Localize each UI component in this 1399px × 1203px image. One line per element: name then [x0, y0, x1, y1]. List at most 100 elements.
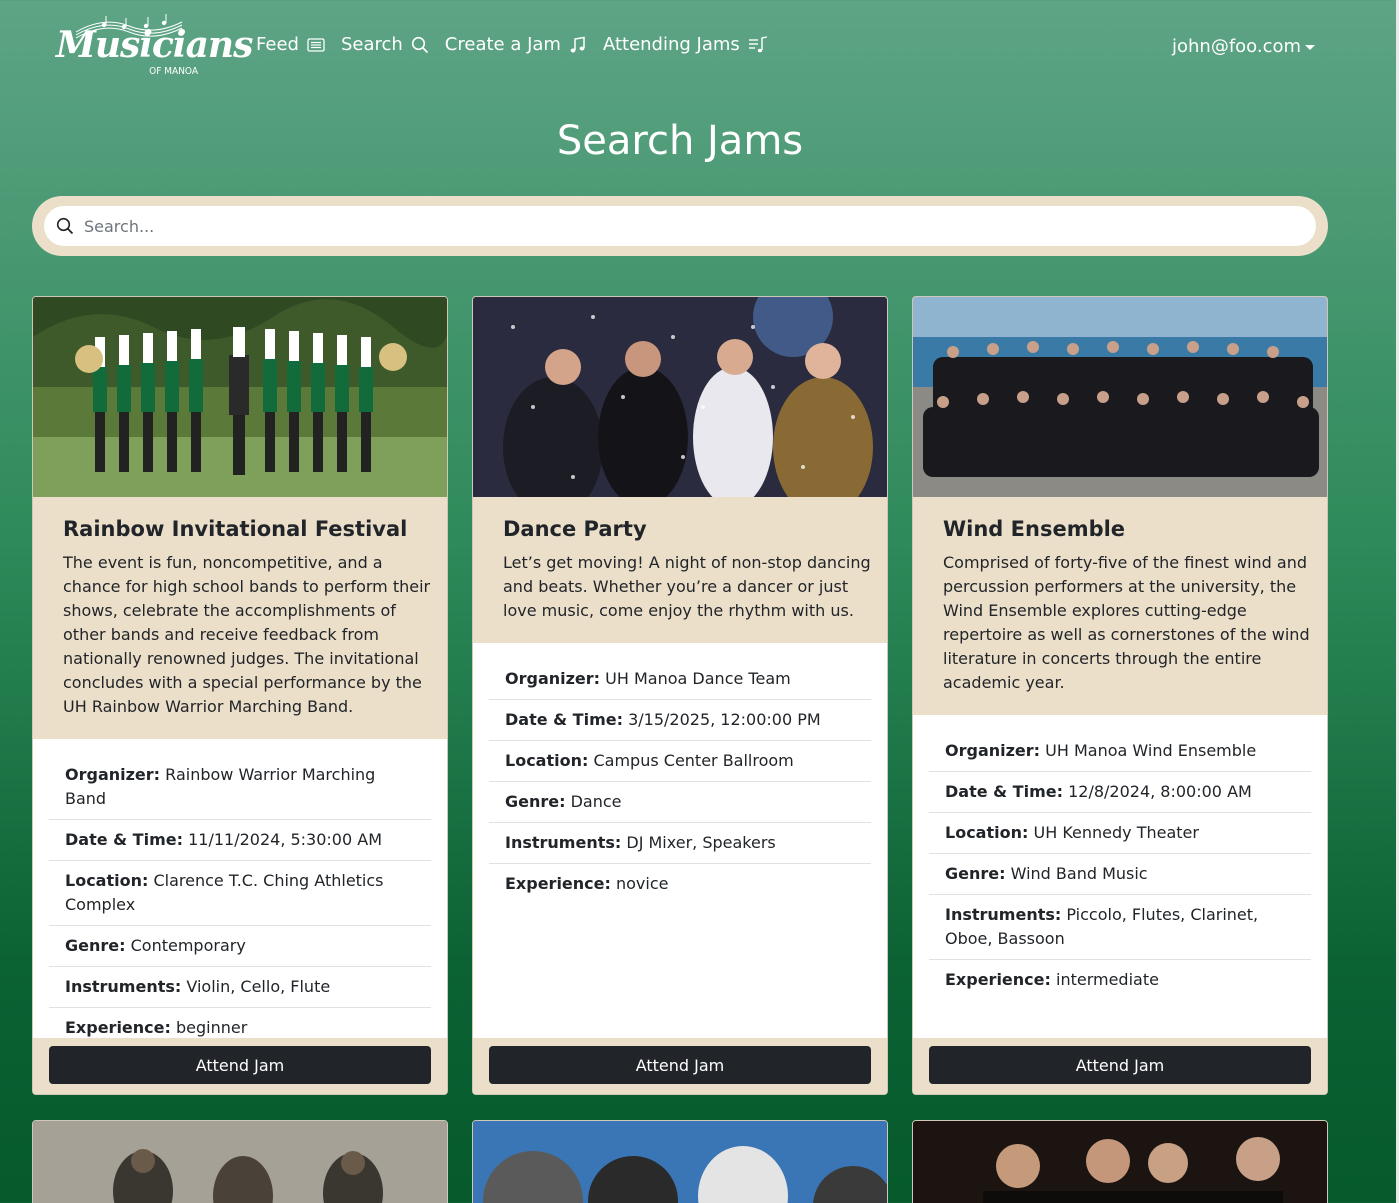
nav-link-create-jam[interactable]: Create a Jam — [445, 34, 587, 55]
search-icon — [56, 217, 74, 235]
jam-image — [33, 297, 447, 497]
detail-experience: Experience: intermediate — [929, 960, 1311, 1000]
jam-card-footer: Attend Jam — [913, 1038, 1327, 1094]
detail-label: Experience: — [945, 970, 1051, 989]
nav-link-label: Search — [340, 34, 403, 55]
detail-value: Violin, Cello, Flute — [186, 977, 331, 996]
detail-label: Instruments: — [505, 833, 622, 852]
detail-instruments: Instruments: DJ Mixer, Speakers — [489, 823, 871, 864]
search-bar — [32, 196, 1328, 256]
search-box — [44, 206, 1316, 246]
jam-details: Organizer: UH Manoa Dance Team Date & Ti… — [473, 643, 887, 904]
detail-location: Location: Clarence T.C. Ching Athletics … — [49, 861, 431, 926]
nav-link-label: Create a Jam — [444, 34, 561, 55]
jam-card-footer: Attend Jam — [473, 1038, 887, 1094]
jam-card: Dance Party Let’s get moving! A night of… — [472, 296, 888, 1095]
jam-image — [913, 1121, 1327, 1203]
jam-card — [32, 1120, 448, 1203]
newspaper-icon — [307, 37, 325, 52]
nav-link-search[interactable]: Search — [341, 34, 429, 55]
jam-image — [473, 1121, 887, 1203]
nav-links: Feed Search Create a Jam Attending Jams — [256, 34, 768, 55]
jam-description: Let’s get moving! A night of non-stop da… — [503, 553, 871, 620]
detail-organizer: Organizer: Rainbow Warrior Marching Band — [49, 755, 431, 820]
detail-datetime: Date & Time: 3/15/2025, 12:00:00 PM — [489, 700, 871, 741]
jam-title: Rainbow Invitational Festival — [63, 517, 408, 541]
music-note-icon — [570, 36, 585, 52]
attend-jam-button[interactable]: Attend Jam — [489, 1046, 871, 1084]
detail-label: Location: — [945, 823, 1029, 842]
detail-label: Organizer: — [945, 741, 1041, 760]
jam-image — [33, 1121, 447, 1203]
site-logo[interactable]: Musicians OF MANOA — [56, 10, 253, 82]
jam-card: Rainbow Invitational Festival The event … — [32, 296, 448, 1095]
logo-text: Musicians — [56, 24, 253, 66]
detail-label: Genre: — [945, 864, 1006, 883]
detail-genre: Genre: Wind Band Music — [929, 854, 1311, 895]
chevron-down-icon — [1305, 45, 1316, 50]
jam-card — [472, 1120, 888, 1203]
detail-value: Dance — [570, 792, 622, 811]
jam-card-header: Rainbow Invitational Festival The event … — [33, 497, 447, 739]
detail-experience: Experience: novice — [489, 864, 871, 904]
jam-card-header: Wind Ensemble Comprised of forty-five of… — [913, 497, 1327, 715]
detail-datetime: Date & Time: 11/11/2024, 5:30:00 AM — [49, 820, 431, 861]
detail-value: UH Manoa Wind Ensemble — [1045, 741, 1257, 760]
detail-value: UH Kennedy Theater — [1033, 823, 1199, 842]
page-title: Search Jams — [556, 118, 804, 164]
detail-label: Date & Time: — [945, 782, 1063, 801]
nav-link-feed[interactable]: Feed — [256, 34, 325, 55]
detail-label: Genre: — [505, 792, 566, 811]
nav-link-label: Feed — [256, 34, 299, 55]
detail-label: Date & Time: — [65, 830, 183, 849]
navbar: Musicians OF MANOA Feed Search Create a … — [0, 0, 1399, 96]
detail-value: DJ Mixer, Speakers — [626, 833, 776, 852]
detail-instruments: Instruments: Piccolo, Flutes, Clarinet, … — [929, 895, 1311, 960]
jam-image — [913, 297, 1327, 497]
detail-label: Genre: — [65, 936, 126, 955]
jam-description: Comprised of forty-five of the finest wi… — [943, 553, 1310, 692]
detail-value: 3/15/2025, 12:00:00 PM — [628, 710, 821, 729]
detail-label: Organizer: — [505, 669, 601, 688]
detail-value: UH Manoa Dance Team — [605, 669, 791, 688]
detail-label: Organizer: — [65, 765, 161, 784]
jam-details: Organizer: UH Manoa Wind Ensemble Date &… — [913, 715, 1327, 1000]
detail-location: Location: UH Kennedy Theater — [929, 813, 1311, 854]
detail-instruments: Instruments: Violin, Cello, Flute — [49, 967, 431, 1008]
logo-subtext: OF MANOA — [149, 66, 198, 77]
detail-label: Location: — [65, 871, 149, 890]
attend-jam-button[interactable]: Attend Jam — [49, 1046, 431, 1084]
detail-location: Location: Campus Center Ballroom — [489, 741, 871, 782]
detail-value: Campus Center Ballroom — [593, 751, 794, 770]
detail-label: Experience: — [65, 1018, 171, 1037]
detail-genre: Genre: Contemporary — [49, 926, 431, 967]
attend-jam-button[interactable]: Attend Jam — [929, 1046, 1311, 1084]
nav-link-label: Attending Jams — [602, 34, 740, 55]
detail-genre: Genre: Dance — [489, 782, 871, 823]
detail-datetime: Date & Time: 12/8/2024, 8:00:00 AM — [929, 772, 1311, 813]
jam-description: The event is fun, noncompetitive, and a … — [63, 553, 431, 716]
detail-value: 11/11/2024, 5:30:00 AM — [188, 830, 382, 849]
search-input[interactable] — [84, 216, 1284, 236]
detail-organizer: Organizer: UH Manoa Wind Ensemble — [929, 731, 1311, 772]
detail-label: Instruments: — [945, 905, 1062, 924]
detail-value: Contemporary — [130, 936, 246, 955]
detail-label: Location: — [505, 751, 589, 770]
user-dropdown[interactable]: john@foo.com — [1172, 36, 1316, 57]
detail-label: Instruments: — [65, 977, 182, 996]
jam-title: Wind Ensemble — [943, 517, 1126, 541]
nav-link-attending-jams[interactable]: Attending Jams — [603, 34, 768, 55]
jam-title: Dance Party — [503, 517, 647, 541]
jam-card-footer: Attend Jam — [33, 1038, 447, 1094]
detail-value: intermediate — [1056, 970, 1159, 989]
jam-details: Organizer: Rainbow Warrior Marching Band… — [33, 739, 447, 1048]
detail-value: 12/8/2024, 8:00:00 AM — [1068, 782, 1252, 801]
jam-image — [473, 297, 887, 497]
detail-value: beginner — [176, 1018, 248, 1037]
jam-card: Wind Ensemble Comprised of forty-five of… — [912, 296, 1328, 1095]
detail-value: novice — [616, 874, 669, 893]
detail-value: Wind Band Music — [1010, 864, 1148, 883]
detail-organizer: Organizer: UH Manoa Dance Team — [489, 659, 871, 700]
jam-card — [912, 1120, 1328, 1203]
detail-label: Experience: — [505, 874, 611, 893]
